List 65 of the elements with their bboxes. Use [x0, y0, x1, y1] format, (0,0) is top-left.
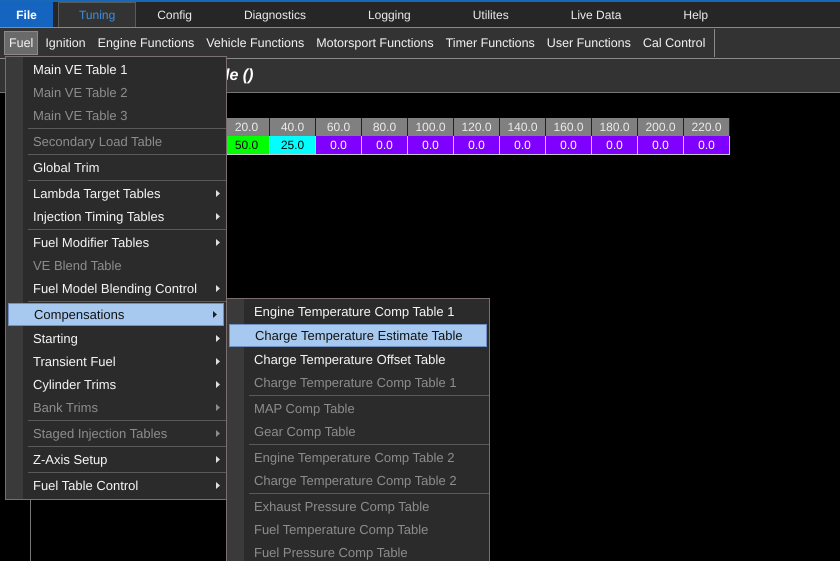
- menu-item[interactable]: Global Trim: [6, 156, 226, 179]
- column-header: 80.0: [362, 118, 408, 136]
- submenu-arrow-icon: [216, 456, 220, 463]
- table-cell[interactable]: 0.0: [638, 136, 684, 155]
- column-header: 120.0: [454, 118, 500, 136]
- submenu-arrow-icon: [216, 404, 220, 411]
- ribbon-menu-item[interactable]: User Functions: [542, 31, 636, 55]
- ribbon-tab[interactable]: Help: [662, 2, 730, 27]
- menu-item[interactable]: Charge Temperature Offset Table: [227, 348, 489, 371]
- submenu-arrow-icon: [216, 335, 220, 342]
- menu-item[interactable]: Fuel Modifier Tables: [6, 231, 226, 254]
- ribbon-menu-item[interactable]: Fuel: [4, 31, 38, 55]
- column-header: 40.0: [270, 118, 316, 136]
- submenu-arrow-icon: [216, 482, 220, 489]
- table-cell[interactable]: 25.0: [270, 136, 316, 155]
- ribbon-tab[interactable]: Diagnostics: [222, 2, 327, 27]
- ribbon-menu-item[interactable]: Timer Functions: [440, 31, 540, 55]
- column-header: 220.0: [684, 118, 730, 136]
- menu-item[interactable]: Fuel Table Control: [6, 474, 226, 497]
- column-header: 180.0: [592, 118, 638, 136]
- table-cell[interactable]: 0.0: [592, 136, 638, 155]
- ribbon-tab[interactable]: Logging: [346, 2, 432, 27]
- menu-item[interactable]: Injection Timing Tables: [6, 205, 226, 228]
- file-tab[interactable]: File: [0, 2, 53, 27]
- table-cell[interactable]: 0.0: [316, 136, 362, 155]
- table-cell[interactable]: 0.0: [500, 136, 546, 155]
- ribbon-menu-item[interactable]: Motorsport Functions: [311, 31, 439, 55]
- column-header: 140.0: [500, 118, 546, 136]
- ribbon-tab[interactable]: Live Data: [550, 2, 642, 27]
- ribbon-menu-item[interactable]: Ignition: [40, 31, 91, 55]
- column-header: 20.0: [224, 118, 270, 136]
- column-header: 200.0: [638, 118, 684, 136]
- table-cell[interactable]: 0.0: [362, 136, 408, 155]
- submenu-arrow-icon: [216, 358, 220, 365]
- ribbon-tab[interactable]: Config: [136, 2, 213, 27]
- menu-item[interactable]: Starting: [6, 327, 226, 350]
- ribbon-menu-item[interactable]: Vehicle Functions: [201, 31, 310, 55]
- submenu-arrow-icon: [216, 190, 220, 197]
- submenu-arrow-icon: [216, 285, 220, 292]
- column-header: 100.0: [408, 118, 454, 136]
- table-cell[interactable]: 0.0: [454, 136, 500, 155]
- table-cell[interactable]: 50.0: [224, 136, 270, 155]
- menu-item[interactable]: Compensations: [8, 303, 224, 326]
- menu-item[interactable]: Charge Temperature Estimate Table: [229, 324, 487, 347]
- submenu-arrow-icon: [216, 381, 220, 388]
- submenu-arrow-icon: [216, 239, 220, 246]
- menu-item[interactable]: Transient Fuel: [6, 350, 226, 373]
- submenu-arrow-icon: [216, 430, 220, 437]
- ribbon-menu-item[interactable]: Cal Control: [638, 31, 710, 55]
- submenu-arrow-icon: [216, 213, 220, 220]
- table-cell[interactable]: 0.0: [546, 136, 592, 155]
- menu-item[interactable]: Lambda Target Tables: [6, 182, 226, 205]
- menu-item[interactable]: Cylinder Trims: [6, 373, 226, 396]
- table-cell[interactable]: 0.0: [684, 136, 730, 155]
- menu-item[interactable]: Engine Temperature Comp Table 1: [227, 300, 489, 323]
- menu-item[interactable]: Main VE Table 1: [6, 58, 226, 81]
- column-header: 60.0: [316, 118, 362, 136]
- ribbon-tab[interactable]: Utilites: [452, 2, 530, 27]
- menu-item[interactable]: Z-Axis Setup: [6, 448, 226, 471]
- table-cell[interactable]: 0.0: [408, 136, 454, 155]
- ribbon-menu-item[interactable]: Engine Functions: [92, 31, 200, 55]
- menu-item[interactable]: Fuel Model Blending Control: [6, 277, 226, 300]
- ribbon-tab[interactable]: Tuning: [58, 2, 136, 27]
- column-header: 160.0: [546, 118, 592, 136]
- submenu-arrow-icon: [213, 311, 217, 318]
